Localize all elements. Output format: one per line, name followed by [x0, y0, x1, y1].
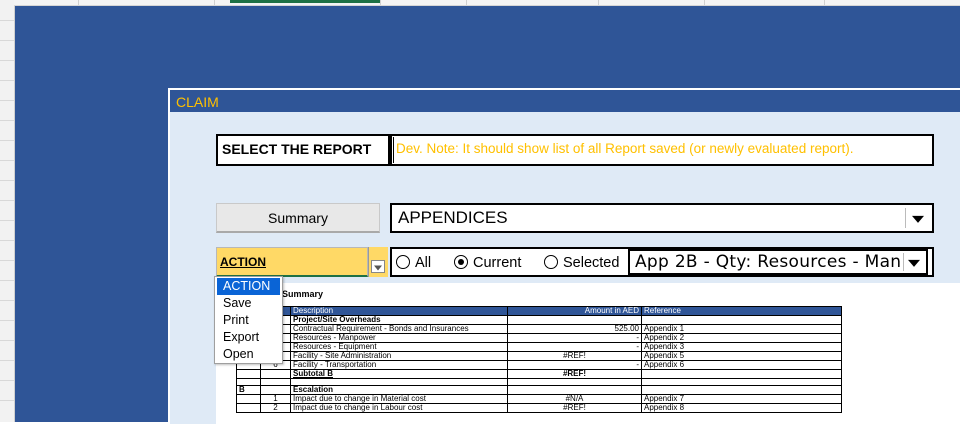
table-row: [236, 378, 842, 386]
action-dropdown-button[interactable]: [368, 247, 388, 277]
radio-selected-label: Selected: [563, 255, 620, 271]
radio-selected-dot: [458, 259, 464, 265]
column-header: Reference: [641, 306, 842, 316]
menu-item-open[interactable]: Open: [215, 346, 282, 363]
action-combobox[interactable]: ACTION: [216, 247, 368, 277]
radio-circle: [544, 255, 558, 269]
menu-item-save[interactable]: Save: [215, 295, 282, 312]
table-row: Contractual Requirement - Bonds and Insu…: [236, 324, 842, 334]
menu-item-export[interactable]: Export: [215, 329, 282, 346]
table-row: Project/Site Overheads: [236, 315, 842, 325]
radio-circle: [396, 255, 410, 269]
table-row: Resources - Manpower - Appendix 2: [236, 333, 842, 343]
appendix-select-value: App 2B - Qty: Resources - Man: [635, 252, 902, 272]
table-row: 2 Impact due to change in Labour cost #RE…: [236, 403, 842, 413]
chevron-down-icon: [912, 215, 924, 223]
menu-item-action[interactable]: ACTION: [217, 278, 280, 295]
table-row: 1 Impact due to change in Material cost #…: [236, 394, 842, 404]
dev-note-field[interactable]: Dev. Note: It should show list of all Re…: [390, 134, 934, 166]
radio-current-label: Current: [473, 255, 522, 271]
claim-dialog: CLAIM SELECT THE REPORT Dev. Note: It sh…: [168, 88, 960, 424]
appendix-select[interactable]: App 2B - Qty: Resources - Man: [628, 249, 928, 275]
table-row: Subtotal B #REF!: [236, 369, 842, 379]
chevron-down-icon: [908, 259, 920, 267]
report-preview: Summary Description Amount in AED Refere…: [216, 283, 960, 424]
table-row: Resources - Equipment - Appendix 3: [236, 342, 842, 352]
appendix-dropdown-button[interactable]: [903, 253, 924, 271]
table-row: 5 Facility - Site Administration#REF!App…: [236, 351, 842, 361]
radio-all-label: All: [415, 255, 432, 271]
report-type-select[interactable]: APPENDICES: [390, 203, 934, 233]
summary-button[interactable]: Summary: [216, 203, 380, 233]
table-row: B Escalation: [236, 385, 842, 395]
action-dropdown-menu: ACTION Save Print Export Open: [214, 276, 283, 364]
menu-item-print[interactable]: Print: [215, 312, 282, 329]
report-table: Description Amount in AED Reference Proj…: [236, 306, 842, 413]
report-type-dropdown-button[interactable]: [905, 208, 930, 228]
table-header-row: Description Amount in AED Reference: [236, 306, 842, 316]
table-row: 6 Facility - Transportation - Appendix 6: [236, 360, 842, 370]
sheet-row-headers: [0, 0, 15, 422]
column-header: Amount in AED: [507, 306, 642, 316]
dialog-title: CLAIM: [170, 90, 960, 112]
active-cell-indicator: [230, 0, 380, 3]
column-header: Description: [290, 306, 508, 316]
chevron-down-icon: [374, 265, 382, 270]
preview-heading: Summary: [282, 289, 324, 299]
radio-circle: [454, 255, 468, 269]
select-report-label: SELECT THE REPORT: [216, 134, 390, 166]
report-type-value: APPENDICES: [398, 208, 508, 227]
